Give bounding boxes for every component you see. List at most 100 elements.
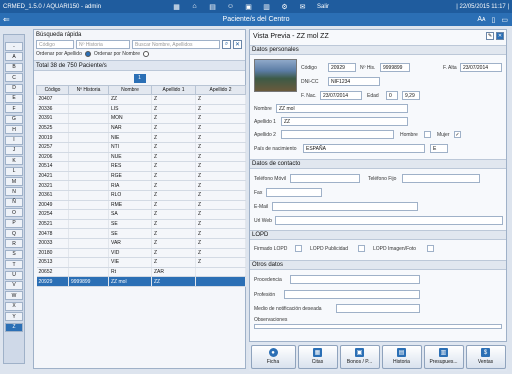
edad-field[interactable]: 0: [386, 91, 398, 100]
calendar-icon[interactable]: ▦: [172, 2, 181, 11]
table-row[interactable]: 20521 SE Z Z: [36, 219, 246, 230]
observaciones-field[interactable]: [254, 324, 502, 329]
citas-button[interactable]: ▦ Citas: [297, 344, 338, 369]
table-row[interactable]: 20513 VIE Z Z: [36, 257, 246, 268]
alphabet-letter[interactable]: U: [5, 270, 23, 280]
mail-icon[interactable]: ✉: [298, 2, 307, 11]
clear-icon[interactable]: ✕: [233, 40, 242, 49]
bonos-button[interactable]: ▣ Bonos / P...: [339, 344, 380, 369]
procedencia-field[interactable]: [290, 275, 420, 284]
fnac-field[interactable]: 23/07/2014: [320, 91, 362, 100]
alphabet-letter[interactable]: L: [5, 166, 23, 176]
hombre-checkbox[interactable]: [424, 131, 431, 138]
table-row[interactable]: 20421 RGE Z Z: [36, 171, 246, 182]
alphabet-letter[interactable]: E: [5, 93, 23, 103]
table-row[interactable]: 20407 ZZ Z Z: [36, 94, 246, 105]
table-row[interactable]: 20514 RES Z Z: [36, 161, 246, 172]
settings-icon[interactable]: ⚙: [280, 2, 289, 11]
alphabet-letter[interactable]: C: [5, 73, 23, 83]
column-header[interactable]: Apellido 1: [151, 85, 196, 95]
order-apellido-radio[interactable]: [84, 51, 91, 57]
alphabet-letter[interactable]: G: [5, 114, 23, 124]
alphabet-letter[interactable]: -: [5, 42, 23, 51]
nombre-field[interactable]: ZZ mol: [276, 104, 408, 113]
alphabet-letter[interactable]: Y: [5, 312, 23, 322]
alphabet-letter[interactable]: W: [5, 291, 23, 301]
name-search-input[interactable]: Buscar Nombre, Apellidos: [132, 40, 220, 49]
table-row[interactable]: 20180 VID Z Z: [36, 248, 246, 259]
fijo-field[interactable]: [402, 174, 480, 183]
historia-button[interactable]: ▤ Historia: [381, 344, 422, 369]
alphabet-letter[interactable]: A: [5, 52, 23, 62]
table-row[interactable]: 20478 SE Z Z: [36, 228, 246, 239]
edad-decimal-field[interactable]: 9,29: [402, 91, 420, 100]
apellido1-field[interactable]: ZZ: [281, 117, 408, 126]
export-icon[interactable]: ▭: [501, 16, 508, 24]
alphabet-letter[interactable]: Ñ: [5, 197, 23, 207]
pais-field[interactable]: ESPAÑA: [303, 144, 425, 153]
medio-field[interactable]: [336, 304, 420, 313]
search-icon[interactable]: ⌕: [222, 40, 231, 49]
table-row[interactable]: 20391 MON Z Z: [36, 113, 246, 124]
mujer-checkbox[interactable]: ✓: [454, 131, 461, 138]
receipt-icon[interactable]: ▥: [262, 2, 271, 11]
alphabet-letter[interactable]: B: [5, 62, 23, 72]
column-header[interactable]: Nº Historia: [68, 85, 109, 95]
ficha-button[interactable]: ● Ficha: [250, 344, 296, 369]
table-row[interactable]: 20254 SA Z Z: [36, 209, 246, 220]
dni-field[interactable]: NIF1234: [328, 77, 380, 86]
column-header[interactable]: Nombre: [108, 85, 152, 95]
order-nombre-radio[interactable]: [143, 51, 150, 57]
alphabet-letter[interactable]: Z: [5, 322, 23, 332]
back-icon[interactable]: ⇐: [3, 15, 10, 24]
table-row[interactable]: 20929 9999899 ZZ mol ZZ: [36, 276, 246, 287]
alphabet-letter[interactable]: T: [5, 260, 23, 270]
alphabet-letter[interactable]: V: [5, 280, 23, 290]
alphabet-letter[interactable]: O: [5, 208, 23, 218]
firmado-checkbox[interactable]: [295, 245, 302, 252]
box-icon[interactable]: ▣: [244, 2, 253, 11]
table-row[interactable]: 20336 LIS Z Z: [36, 104, 246, 115]
email-field[interactable]: [272, 202, 418, 211]
alphabet-letter[interactable]: F: [5, 104, 23, 114]
imagen-checkbox[interactable]: [427, 245, 434, 252]
presupuestos-button[interactable]: ▥ Presupues...: [423, 344, 464, 369]
table-row[interactable]: 20361 RLO Z Z: [36, 190, 246, 201]
column-header[interactable]: Código: [36, 85, 69, 95]
movil-field[interactable]: [290, 174, 360, 183]
edit-icon[interactable]: ✎: [486, 32, 494, 40]
alphabet-letter[interactable]: P: [5, 218, 23, 228]
table-row[interactable]: 20019 NIE Z Z: [36, 132, 246, 143]
apellido2-field[interactable]: [281, 130, 394, 139]
ventas-button[interactable]: $ Ventas: [465, 344, 506, 369]
alphabet-letter[interactable]: X: [5, 301, 23, 311]
alphabet-letter[interactable]: I: [5, 135, 23, 145]
table-row[interactable]: 20049 RME Z Z: [36, 200, 246, 211]
codigo-search-input[interactable]: Código: [36, 40, 74, 49]
logout-button[interactable]: Salir: [317, 4, 329, 10]
table-row[interactable]: 20652 Rt ZAR: [36, 267, 246, 278]
table-row[interactable]: 20033 VAR Z Z: [36, 238, 246, 249]
new-document-icon[interactable]: ▯: [492, 16, 496, 24]
alphabet-letter[interactable]: D: [5, 83, 23, 93]
table-row[interactable]: 20321 RIA Z Z: [36, 180, 246, 191]
pais-code-field[interactable]: E: [430, 144, 448, 153]
publicidad-checkbox[interactable]: [358, 245, 365, 252]
web-field[interactable]: [275, 216, 503, 225]
table-row[interactable]: 20206 NUE Z Z: [36, 152, 246, 163]
alphabet-letter[interactable]: R: [5, 239, 23, 249]
alphabet-letter[interactable]: M: [5, 177, 23, 187]
alphabet-letter[interactable]: N: [5, 187, 23, 197]
alphabet-letter[interactable]: Q: [5, 229, 23, 239]
table-row[interactable]: 20257 NTI Z Z: [36, 142, 246, 153]
close-icon[interactable]: ✕: [496, 32, 504, 40]
profesion-field[interactable]: [284, 290, 420, 299]
table-row[interactable]: 20525 NAR Z Z: [36, 123, 246, 134]
alphabet-letter[interactable]: J: [5, 145, 23, 155]
font-size-icon[interactable]: Aᴀ: [477, 16, 485, 24]
page-button[interactable]: 1: [133, 73, 146, 83]
alphabet-letter[interactable]: K: [5, 156, 23, 166]
users-icon[interactable]: ☺: [226, 2, 235, 11]
historia-field[interactable]: 9999899: [380, 63, 410, 72]
alphabet-letter[interactable]: S: [5, 249, 23, 259]
